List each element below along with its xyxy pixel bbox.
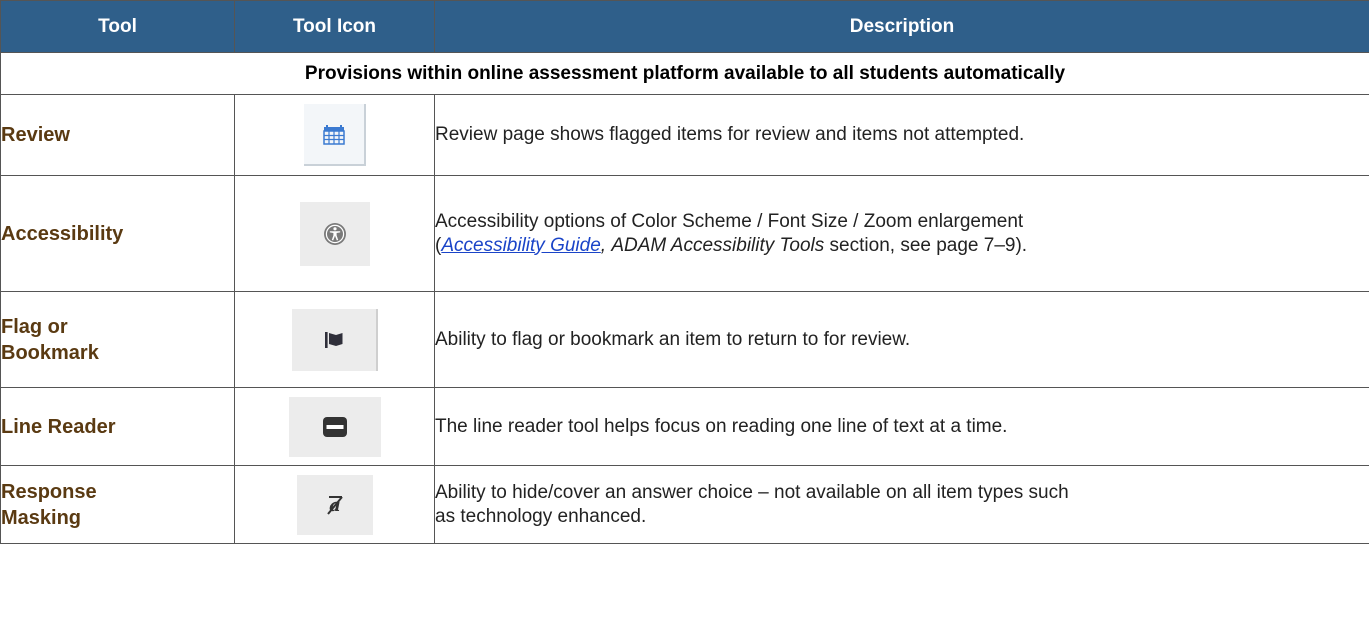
table-row-flag: Flag or Bookmark Ability to flag or book… (0, 291, 1369, 388)
description-accessibility: Accessibility options of Color Scheme / … (434, 175, 1369, 292)
table-row-accessibility: Accessibility Accessibility options of C… (0, 175, 1369, 292)
tool-name-flag: Flag or Bookmark (0, 291, 235, 388)
description-accessibility-line2: (Accessibility Guide, ADAM Accessibility… (435, 234, 1369, 258)
adam-accessibility-tools-text: ADAM Accessibility Tools (611, 234, 825, 256)
table-row-review: Review Review page shows flagged items f… (0, 94, 1369, 176)
tool-name-masking-line1: Response (1, 480, 97, 503)
description-accessibility-line1: Accessibility options of Color Scheme / … (435, 210, 1024, 232)
tool-icon-cell-accessibility (234, 175, 435, 292)
description-masking-line1: Ability to hide/cover an answer choice –… (435, 481, 1069, 503)
description-review: Review page shows flagged items for revi… (434, 94, 1369, 176)
accessibility-guide-link[interactable]: Accessibility Guide (441, 235, 600, 256)
header-description: Description (434, 0, 1369, 53)
section-page-text: section, see page 7–9). (824, 234, 1028, 256)
tool-name-flag-line2: Bookmark (1, 341, 99, 364)
description-masking-line2: as technology enhanced. (435, 505, 647, 527)
description-flag: Ability to flag or bookmark an item to r… (434, 291, 1369, 388)
line-reader-icon[interactable] (288, 396, 381, 457)
tool-name-review: Review (0, 94, 235, 176)
header-tool-icon: Tool Icon (234, 0, 435, 53)
tool-icon-cell-flag (234, 291, 435, 388)
section-title: Provisions within online assessment plat… (0, 52, 1369, 95)
comma: , (600, 234, 607, 256)
tools-table: Tool Tool Icon Description Provisions wi… (0, 0, 1369, 544)
accessibility-person-icon[interactable] (299, 201, 370, 266)
tool-icon-cell-review (234, 94, 435, 176)
table-row-line-reader: Line Reader The line reader tool helps f… (0, 387, 1369, 466)
tool-icon-cell-response-masking: a (234, 465, 435, 544)
strikethrough-a-icon[interactable]: a (296, 474, 373, 535)
table-row-response-masking: Response Masking a Ability to hide/cover… (0, 465, 1369, 544)
description-response-masking: Ability to hide/cover an answer choice –… (434, 465, 1369, 544)
tool-name-accessibility: Accessibility (0, 175, 235, 292)
section-row: Provisions within online assessment plat… (0, 52, 1369, 95)
description-line-reader: The line reader tool helps focus on read… (434, 387, 1369, 466)
header-tool: Tool (0, 0, 235, 53)
tool-icon-cell-line-reader (234, 387, 435, 466)
tool-name-line-reader: Line Reader (0, 387, 235, 466)
flag-icon[interactable] (291, 308, 378, 371)
tool-name-masking-line2: Masking (1, 506, 82, 529)
tool-name-response-masking: Response Masking (0, 465, 235, 544)
tool-name-flag-line1: Flag or (1, 315, 68, 338)
calendar-grid-icon[interactable] (303, 104, 366, 166)
header-row: Tool Tool Icon Description (0, 0, 1369, 53)
